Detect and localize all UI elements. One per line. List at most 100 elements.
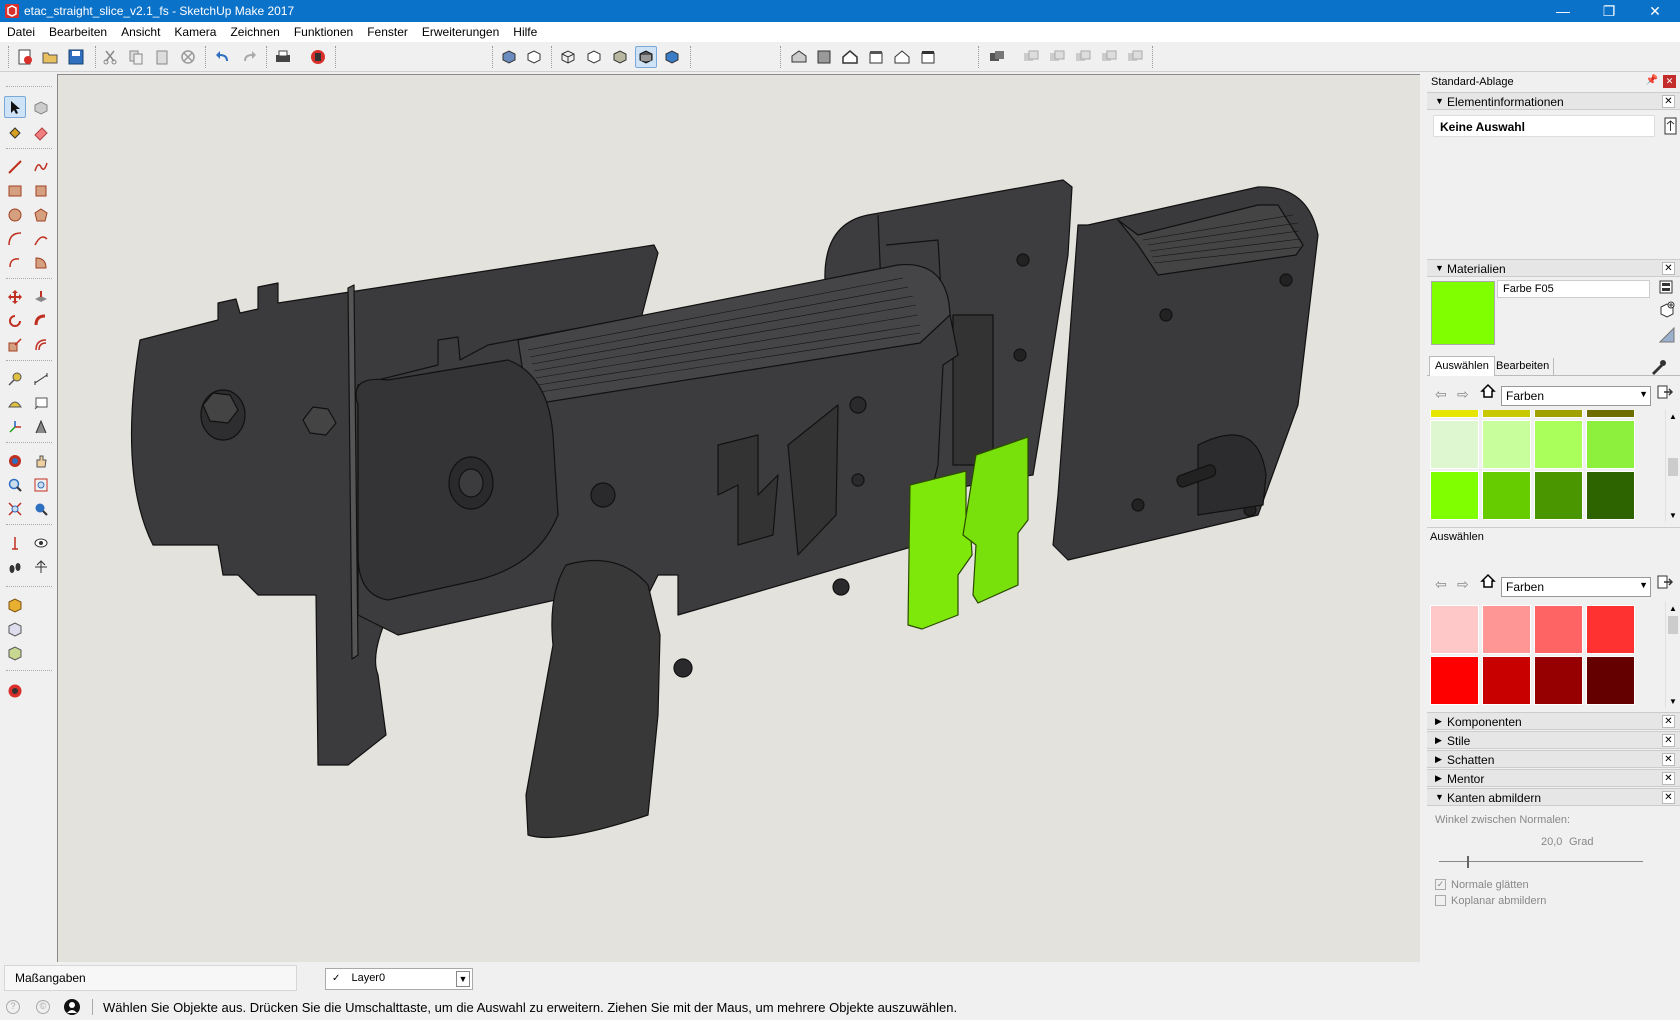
pan-tool-icon[interactable]	[30, 450, 52, 472]
model-viewport[interactable]	[57, 74, 1420, 962]
extension-warehouse-icon[interactable]	[4, 642, 26, 664]
wireframe-icon[interactable]	[557, 46, 579, 68]
previous-view-icon[interactable]	[30, 498, 52, 520]
material-swatch[interactable]	[1586, 410, 1635, 418]
two-point-arc-icon[interactable]	[30, 228, 52, 250]
menu-hilfe[interactable]: Hilfe	[506, 22, 544, 42]
shaded-textures-icon[interactable]	[635, 46, 657, 68]
angle-slider[interactable]	[1439, 856, 1643, 868]
rectangle-tool-icon[interactable]	[4, 180, 26, 202]
mentor-header[interactable]: ▶ Mentor ✕	[1427, 769, 1680, 787]
material-swatch[interactable]	[1586, 656, 1635, 705]
material-swatch[interactable]	[1430, 471, 1479, 520]
minimize-button[interactable]: —	[1540, 0, 1586, 22]
pin-icon[interactable]: 📌	[1646, 75, 1658, 86]
mentor-close-icon[interactable]: ✕	[1662, 772, 1675, 785]
create-material-icon[interactable]	[1658, 301, 1676, 319]
material-swatch[interactable]	[1586, 471, 1635, 520]
print-icon[interactable]	[272, 46, 294, 68]
left-view-icon[interactable]	[917, 46, 939, 68]
zoom-extents-icon[interactable]	[4, 498, 26, 520]
offset-tool-icon[interactable]	[30, 334, 52, 356]
styles-header[interactable]: ▶ Stile ✕	[1427, 731, 1680, 749]
menu-funktionen[interactable]: Funktionen	[287, 22, 360, 42]
material-swatch[interactable]	[1534, 420, 1583, 469]
close-button[interactable]: ✕	[1632, 0, 1678, 22]
components-close-icon[interactable]: ✕	[1662, 715, 1675, 728]
tray-close-icon[interactable]: ✕	[1663, 75, 1676, 88]
scroll-thumb[interactable]	[1668, 616, 1678, 634]
erase-icon[interactable]	[177, 46, 199, 68]
scroll-thumb[interactable]	[1668, 458, 1678, 476]
forward-arrow-icon[interactable]: ⇨	[1457, 576, 1469, 593]
materials-close-icon[interactable]: ✕	[1662, 262, 1675, 275]
select-tool-icon[interactable]	[4, 96, 26, 118]
position-camera-icon[interactable]	[4, 532, 26, 554]
layer-select[interactable]: ✓ Layer0 ▼	[325, 968, 473, 990]
back-view-icon[interactable]	[891, 46, 913, 68]
shadows-header[interactable]: ▶ Schatten ✕	[1427, 750, 1680, 768]
material-swatch[interactable]	[1482, 420, 1531, 469]
rotated-rectangle-icon[interactable]	[30, 180, 52, 202]
copy-icon[interactable]	[125, 46, 147, 68]
undo-icon[interactable]	[212, 46, 234, 68]
material-swatch[interactable]	[1482, 471, 1531, 520]
menu-erweiterungen[interactable]: Erweiterungen	[415, 22, 506, 42]
move-tool-icon[interactable]	[4, 286, 26, 308]
sign-in-icon[interactable]	[64, 999, 80, 1015]
walk-tool-icon[interactable]	[4, 556, 26, 578]
material-swatch[interactable]	[1534, 471, 1583, 520]
menu-kamera[interactable]: Kamera	[167, 22, 223, 42]
display-secondary-pane-icon[interactable]	[1658, 279, 1674, 295]
model-info-icon[interactable]	[307, 46, 329, 68]
orbit-tool-icon[interactable]	[4, 450, 26, 472]
top-view-icon[interactable]	[813, 46, 835, 68]
maximize-button[interactable]: ❐	[1586, 0, 1632, 22]
materials-library-select[interactable]: Farben ▼	[1501, 386, 1651, 406]
protractor-icon[interactable]	[4, 392, 26, 414]
menu-datei[interactable]: Datei	[0, 22, 42, 42]
intersect-icon[interactable]	[1046, 46, 1068, 68]
new-file-icon[interactable]	[14, 46, 36, 68]
swatch-scrollbar[interactable]: ▲ ▼	[1665, 410, 1679, 522]
3d-text-icon[interactable]	[30, 416, 52, 438]
entity-info-toggle-icon[interactable]	[1664, 117, 1677, 135]
pie-tool-icon[interactable]	[30, 252, 52, 274]
default-material-icon[interactable]	[1658, 326, 1676, 344]
material-swatch[interactable]	[1482, 410, 1531, 418]
forward-arrow-icon[interactable]: ⇨	[1457, 386, 1469, 403]
solid-tools-icon[interactable]	[986, 46, 1008, 68]
right-view-icon[interactable]	[865, 46, 887, 68]
material-swatch[interactable]	[1534, 605, 1583, 654]
secondary-library-select[interactable]: Farben ▼	[1501, 577, 1651, 597]
menu-ansicht[interactable]: Ansicht	[114, 22, 167, 42]
soften-coplanar-checkbox[interactable]	[1435, 895, 1446, 906]
material-swatch[interactable]	[1482, 656, 1531, 705]
3d-model-canvas[interactable]	[58, 75, 1420, 962]
open-file-icon[interactable]	[39, 46, 61, 68]
scale-tool-icon[interactable]	[4, 334, 26, 356]
tab-select[interactable]: Auswählen	[1429, 356, 1495, 376]
material-swatch[interactable]	[1430, 605, 1479, 654]
sample-paint-icon[interactable]	[1649, 359, 1667, 375]
look-around-icon[interactable]	[30, 532, 52, 554]
smooth-normals-checkbox[interactable]: ✓	[1435, 879, 1446, 890]
save-icon[interactable]	[65, 46, 87, 68]
material-swatch[interactable]	[1586, 605, 1635, 654]
iso-view-icon[interactable]	[788, 46, 810, 68]
material-swatch[interactable]	[1534, 656, 1583, 705]
menu-bearbeiten[interactable]: Bearbeiten	[42, 22, 114, 42]
freehand-icon[interactable]	[30, 156, 52, 178]
circle-tool-icon[interactable]	[4, 204, 26, 226]
details-arrow-icon[interactable]	[1657, 574, 1674, 590]
rotate-tool-icon[interactable]	[4, 310, 26, 332]
section-plane-icon[interactable]	[30, 556, 52, 578]
eraser-icon[interactable]	[30, 122, 52, 144]
xray-style-icon[interactable]	[498, 46, 520, 68]
extension-manager-icon[interactable]	[4, 680, 26, 702]
material-swatch[interactable]	[1430, 410, 1479, 418]
home-icon[interactable]	[1480, 573, 1496, 589]
subtract-icon[interactable]	[1098, 46, 1120, 68]
measurements-box[interactable]: Maßangaben	[4, 965, 297, 991]
union-icon[interactable]	[1072, 46, 1094, 68]
